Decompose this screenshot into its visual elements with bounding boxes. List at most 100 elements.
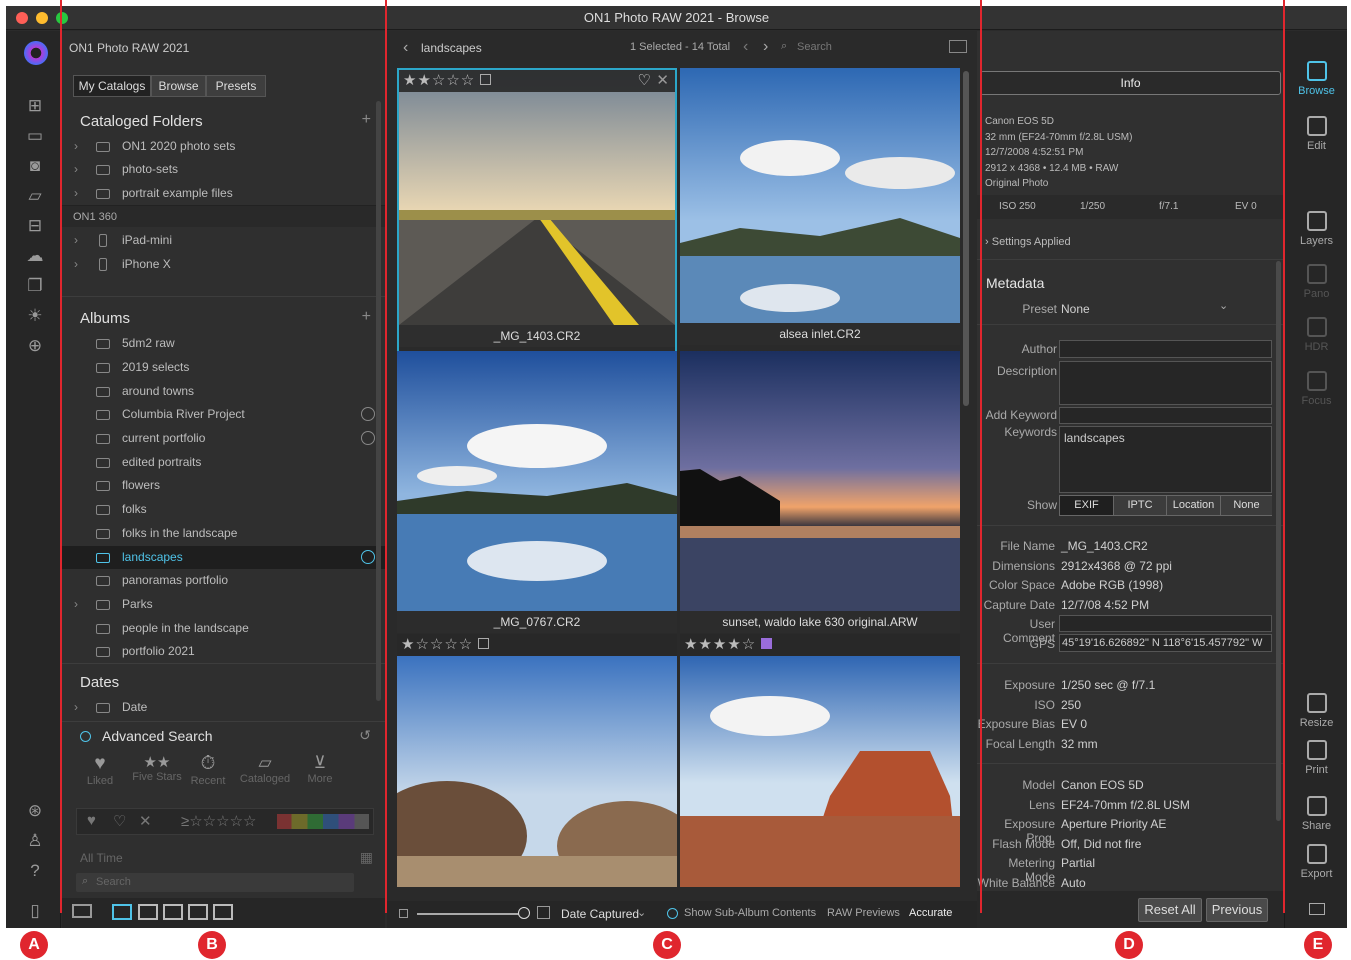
browse-search-input[interactable]: Search (797, 41, 832, 53)
star-rating[interactable]: ★☆☆☆☆ (397, 634, 677, 656)
back-icon[interactable]: ‹ (403, 39, 408, 57)
map-view-icon[interactable] (213, 904, 233, 920)
thumbnail-size-slider[interactable] (417, 913, 522, 915)
heart-outline-icon[interactable]: ♡ (638, 71, 651, 89)
heart-outline-icon[interactable]: ♡ (113, 812, 126, 830)
sync-icon[interactable]: ⊛ (24, 801, 46, 821)
module-pano[interactable]: Pano (1285, 264, 1347, 300)
monitor-icon[interactable]: ▭ (24, 126, 46, 146)
slider-handle[interactable] (518, 907, 530, 919)
author-field[interactable] (1059, 340, 1272, 358)
add-album-icon[interactable]: + (362, 308, 371, 326)
album-item-selected[interactable]: landscapes (62, 546, 385, 569)
globe-icon[interactable] (361, 431, 375, 445)
albums-icon[interactable]: ❐ (24, 276, 46, 296)
info-scrollbar[interactable] (1276, 261, 1281, 821)
reset-search-icon[interactable]: ↺ (359, 727, 371, 744)
chevron-down-icon[interactable]: ⌄ (1219, 299, 1228, 312)
tab-presets[interactable]: Presets (206, 75, 266, 97)
filmstrip-view-icon[interactable] (163, 904, 183, 920)
globe-icon[interactable] (361, 550, 375, 564)
filter-cataloged[interactable]: ▱ Cataloged (238, 753, 292, 785)
folder-search-icon[interactable]: ▱ (24, 186, 46, 206)
star-rating[interactable]: ★★★★☆ (680, 634, 960, 656)
album-item[interactable]: flowers (62, 474, 385, 497)
tab-browse[interactable]: Browse (151, 75, 206, 97)
detail-view-icon[interactable] (138, 904, 158, 920)
folder-item[interactable]: › photo-sets (62, 158, 385, 181)
on1-logo-icon[interactable] (24, 41, 48, 65)
color-label-icon[interactable] (480, 74, 492, 85)
folder-item[interactable]: › portrait example files (62, 182, 385, 205)
reject-icon[interactable]: ✕ (656, 71, 669, 89)
star-rating-filter[interactable]: ≥☆☆☆☆☆ (181, 812, 256, 830)
preset-dropdown[interactable]: None (1061, 302, 1090, 316)
tab-info[interactable]: Info (980, 71, 1281, 95)
new-folder-icon[interactable] (949, 40, 967, 53)
tab-exif[interactable]: EXIF (1060, 496, 1113, 515)
module-hdr[interactable]: HDR (1285, 317, 1347, 353)
module-share[interactable]: Share (1285, 796, 1347, 832)
folder-item[interactable]: › ON1 2020 photo sets (62, 135, 385, 158)
filter-liked[interactable]: ♥ Liked (80, 753, 120, 787)
album-item[interactable]: people in the landscape (62, 617, 385, 640)
reset-all-button[interactable]: Reset All (1138, 898, 1202, 922)
monitor-icon[interactable] (72, 904, 92, 918)
sort-dropdown[interactable]: Date Captured (561, 907, 639, 921)
thumbnail[interactable]: ★☆☆☆☆ (397, 634, 677, 887)
globe-icon[interactable] (361, 407, 375, 421)
album-item[interactable]: folks in the landscape (62, 522, 385, 545)
tab-my-catalogs[interactable]: My Catalogs (73, 75, 151, 97)
add-folder-icon[interactable]: + (362, 111, 371, 129)
panel-toggle-icon[interactable]: ▯ (24, 901, 46, 921)
module-layers[interactable]: Layers (1285, 211, 1347, 247)
module-export[interactable]: Export (1285, 844, 1347, 880)
calendar-icon[interactable]: ▦ (360, 849, 373, 866)
next-icon[interactable]: › (763, 38, 768, 56)
keywords-field[interactable]: landscapes (1059, 426, 1272, 493)
thumbnail[interactable]: alsea inlet.CR2 (680, 68, 960, 353)
preview-mode-dropdown[interactable]: Accurate (909, 907, 952, 919)
thumbnail[interactable]: _MG_0767.CR2 (397, 351, 677, 634)
compare-view-icon[interactable] (188, 904, 208, 920)
album-item[interactable]: 5dm2 raw (62, 332, 385, 355)
star-rating[interactable]: ★★☆☆☆ (399, 70, 675, 92)
device-item[interactable]: › iPad-mini (62, 229, 385, 252)
module-focus[interactable]: Focus (1285, 371, 1347, 407)
color-label-filter[interactable] (277, 814, 369, 829)
thumbnail-selected[interactable]: ★★☆☆☆ ♡ ✕ _MG_1403.CR2 (397, 68, 677, 353)
scrollbar[interactable] (376, 101, 381, 701)
advanced-search-toggle[interactable] (80, 731, 91, 742)
thumbnail[interactable]: sunset, waldo lake 630 original.ARW (680, 351, 960, 634)
lightbulb-icon[interactable]: ☀ (24, 306, 46, 326)
liked-filter-icon[interactable]: ♥ (87, 812, 96, 829)
thumbnail[interactable]: ★★★★☆ (680, 634, 960, 887)
close-window-button[interactable] (16, 12, 28, 24)
search-field[interactable]: ⌕ Search (76, 873, 354, 892)
chevron-down-icon[interactable]: ⌄ (637, 906, 646, 919)
drive-icon[interactable]: ⊟ (24, 216, 46, 236)
album-item[interactable]: panoramas portfolio (62, 569, 385, 592)
album-item[interactable]: current portfolio (62, 427, 385, 450)
filter-five-stars[interactable]: ★★ Five Stars (132, 753, 182, 783)
previous-button[interactable]: Previous (1206, 898, 1268, 922)
zoom-window-button[interactable] (56, 12, 68, 24)
tab-iptc[interactable]: IPTC (1113, 496, 1166, 515)
user-icon[interactable]: ♙ (24, 831, 46, 851)
filter-more[interactable]: ⊻ More (300, 753, 340, 785)
grid-scrollbar[interactable] (963, 71, 969, 406)
device-item[interactable]: › iPhone X (62, 253, 385, 276)
on1-360-icon[interactable]: ⊕ (24, 336, 46, 356)
tab-none[interactable]: None (1220, 496, 1272, 515)
album-item[interactable]: 2019 selects (62, 356, 385, 379)
module-browse[interactable]: Browse (1285, 61, 1347, 97)
add-icon[interactable]: ⊞ (24, 96, 46, 116)
filter-recent[interactable]: ⏱ Recent (188, 753, 228, 787)
user-comment-field[interactable] (1059, 615, 1272, 632)
add-keyword-field[interactable] (1059, 407, 1272, 424)
description-field[interactable] (1059, 361, 1272, 405)
tab-location[interactable]: Location (1166, 496, 1220, 515)
previous-icon[interactable]: ‹ (743, 38, 748, 56)
module-edit[interactable]: Edit (1285, 116, 1347, 152)
breadcrumb[interactable]: landscapes (421, 41, 482, 55)
